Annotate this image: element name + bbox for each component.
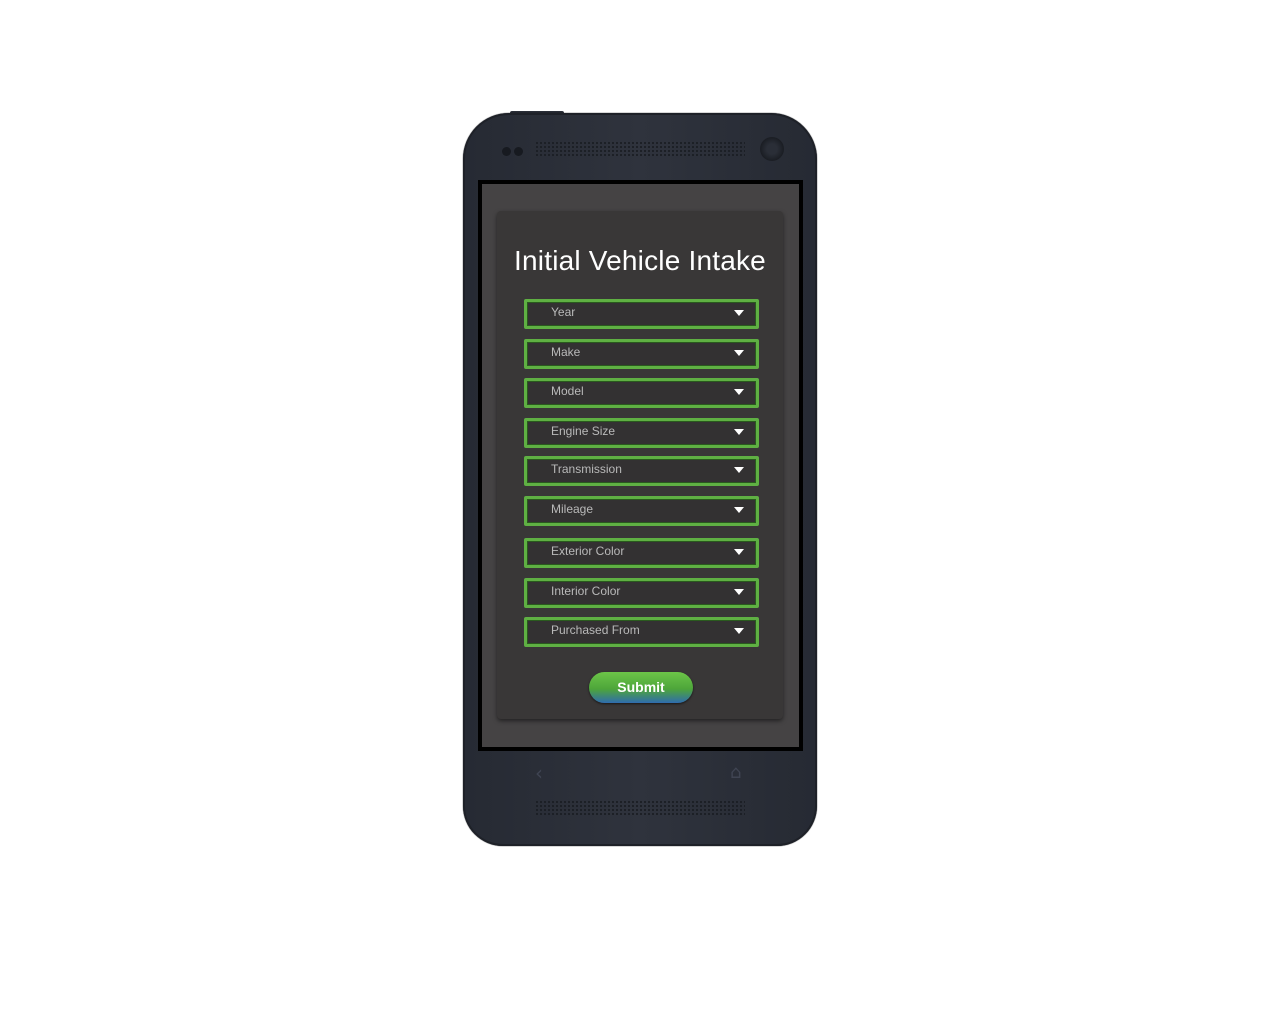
transmission-dropdown[interactable]: Transmission [524,456,759,486]
chevron-down-icon [734,628,744,634]
engine-size-dropdown-label: Engine Size [551,424,616,438]
front-camera [760,137,784,161]
home-icon[interactable]: ⌂ [730,762,741,783]
chevron-down-icon [734,310,744,316]
year-dropdown-label: Year [551,305,576,319]
model-dropdown[interactable]: Model [524,378,759,408]
form-title: Initial Vehicle Intake [514,245,766,276]
exterior-color-dropdown[interactable]: Exterior Color [524,538,759,568]
purchased-from-dropdown-label: Purchased From [551,623,640,637]
make-dropdown[interactable]: Make [524,339,759,369]
engine-size-dropdown[interactable]: Engine Size [524,418,759,448]
back-arrow-icon[interactable]: ‹ [535,761,543,785]
mileage-dropdown[interactable]: Mileage [524,496,759,526]
purchased-from-dropdown[interactable]: Purchased From [524,617,759,647]
top-speaker-grille [535,141,745,157]
chevron-down-icon [734,507,744,513]
exterior-color-dropdown-label: Exterior Color [551,544,625,558]
screen: Initial Vehicle Intake Year Make Model E… [482,184,799,747]
chevron-down-icon [734,467,744,473]
mileage-dropdown-label: Mileage [551,502,594,516]
interior-color-dropdown[interactable]: Interior Color [524,578,759,608]
interior-color-dropdown-label: Interior Color [551,584,621,598]
sensors [502,147,523,156]
sensor-dot [514,147,523,156]
intake-form-card: Initial Vehicle Intake Year Make Model E… [497,211,783,719]
submit-button[interactable]: Submit [589,672,693,703]
chevron-down-icon [734,389,744,395]
make-dropdown-label: Make [551,345,581,359]
bottom-speaker-grille [535,800,745,816]
chevron-down-icon [734,350,744,356]
phone-frame: Initial Vehicle Intake Year Make Model E… [463,113,817,846]
chevron-down-icon [734,549,744,555]
chevron-down-icon [734,429,744,435]
screen-bezel: Initial Vehicle Intake Year Make Model E… [478,180,803,751]
transmission-dropdown-label: Transmission [551,462,622,476]
chevron-down-icon [734,589,744,595]
model-dropdown-label: Model [551,384,584,398]
sensor-dot [502,147,511,156]
year-dropdown[interactable]: Year [524,299,759,329]
